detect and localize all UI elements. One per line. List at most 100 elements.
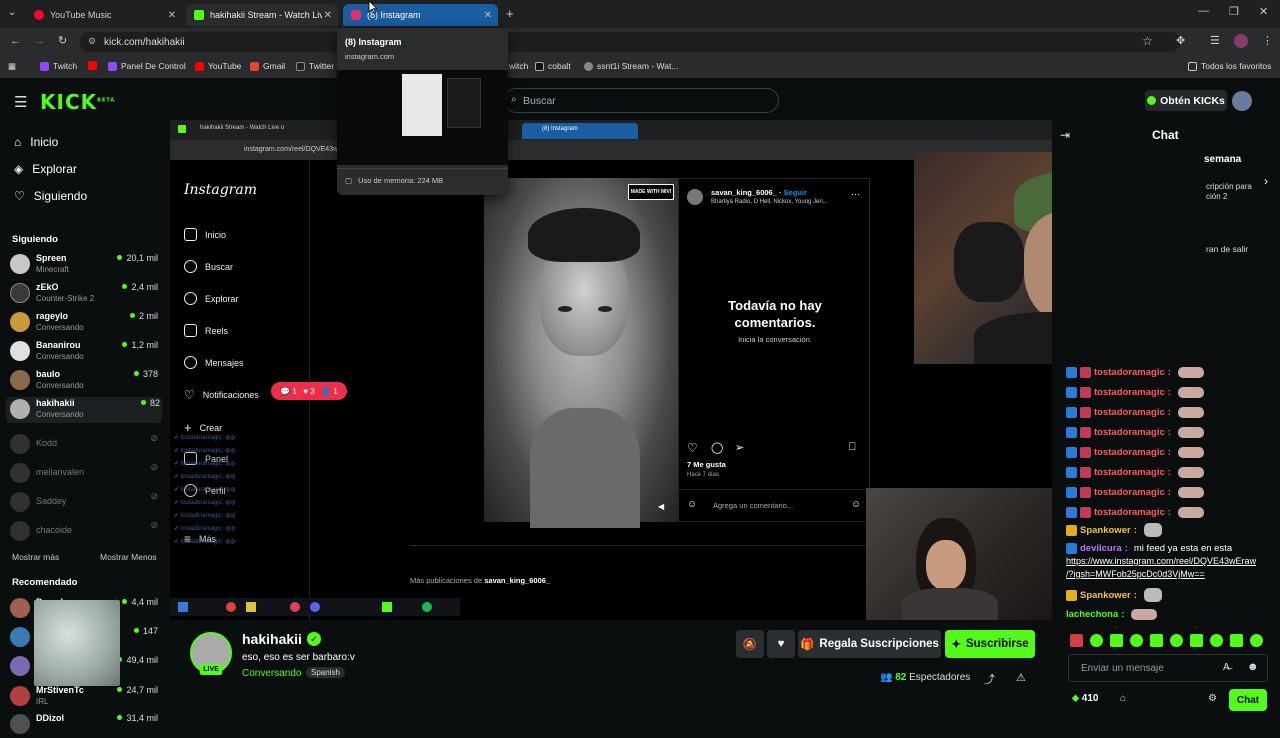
chat-username[interactable]: devilcura xyxy=(1080,543,1122,554)
bookmark-twitch[interactable]: Twitch xyxy=(40,61,77,71)
nav-explore[interactable]: ◈ Explorar xyxy=(14,162,77,176)
show-less-link[interactable]: Mostrar Menos xyxy=(100,552,157,562)
translate-icon[interactable]: A̶ xyxy=(1223,662,1230,673)
back-icon[interactable]: ← xyxy=(10,35,21,47)
channel-baulo[interactable]: baulo Conversando 378 xyxy=(10,368,160,394)
share-icon[interactable]: ⤴ xyxy=(984,671,995,687)
extensions-icon[interactable]: ✥ xyxy=(1176,34,1185,47)
chat-username[interactable]: tostadoramagic xyxy=(1094,507,1165,518)
channel-rageylo[interactable]: rageylo Conversando 2 mil xyxy=(10,310,160,336)
emote-icon[interactable] xyxy=(1070,634,1083,647)
notifications-off-button[interactable]: 🔕 xyxy=(736,630,764,658)
bookmark-panel[interactable]: Panel De Control xyxy=(108,61,186,71)
chevron-right-icon[interactable]: › xyxy=(1264,174,1268,188)
channel-chacoide[interactable]: chacoide ⊘ xyxy=(10,519,160,545)
emote-icon[interactable] xyxy=(1150,634,1163,647)
emote-icon[interactable] xyxy=(1230,634,1243,647)
store-icon[interactable]: ⌂ xyxy=(1120,693,1126,704)
close-tab-icon[interactable]: ✕ xyxy=(168,10,176,21)
bookmark-star-icon[interactable]: ☆ xyxy=(1142,34,1153,48)
emote-icon[interactable] xyxy=(1170,634,1183,647)
search-input[interactable]: ⌕ Buscar xyxy=(504,88,779,113)
gear-icon[interactable]: ⚙ xyxy=(1208,693,1217,704)
chat-username[interactable]: tostadoramagic xyxy=(1094,487,1165,498)
site-info-icon[interactable]: ⚙ xyxy=(88,36,96,47)
channel-hakihakii[interactable]: hakihakii Conversando 82 xyxy=(6,397,162,423)
collapse-chat-icon[interactable]: ⇥ xyxy=(1060,128,1070,142)
chat-message: devilcura: mi feed ya esta en esta xyxy=(1066,543,1232,554)
stream-category[interactable]: Conversando xyxy=(242,668,301,679)
chat-link[interactable]: /?igsh=MWFob25pcDc0d3VjMw== xyxy=(1066,569,1205,579)
gift-icon: 🎁 xyxy=(800,639,815,651)
close-tab-icon[interactable]: ✕ xyxy=(324,10,332,21)
emote-icon xyxy=(1177,447,1204,458)
chat-username[interactable]: tostadoramagic xyxy=(1094,427,1165,438)
profile-avatar[interactable] xyxy=(1234,34,1248,48)
verified-icon: ✓ xyxy=(307,632,321,646)
language-tag[interactable]: Spanish xyxy=(306,667,345,678)
tab-kick-stream[interactable]: hakihakii Stream - Watch Live o ✕ xyxy=(186,4,338,26)
chat-username[interactable]: tostadoramagic xyxy=(1094,447,1165,458)
get-kicks-button[interactable]: Obtén KICKs xyxy=(1145,90,1227,111)
user-avatar[interactable] xyxy=(1232,91,1252,111)
gift-subs-button[interactable]: 🎁 Regala Suscripciones xyxy=(798,630,941,658)
report-icon[interactable]: ⚠ xyxy=(1016,671,1026,684)
channel-kodd[interactable]: Kodd ⊘ xyxy=(10,432,160,458)
chat-username[interactable]: lachechona xyxy=(1066,609,1118,620)
bookmark-stream[interactable]: ssnt1i Stream - Wat... xyxy=(584,61,678,71)
channel-spreen[interactable]: Spreen Minecraft 20,1 mil xyxy=(10,252,160,278)
chat-username[interactable]: Spankower xyxy=(1080,525,1131,536)
nav-following[interactable]: ♡ Siguiendo xyxy=(14,189,87,203)
streamer-name[interactable]: hakihakii xyxy=(242,631,302,647)
follow-button[interactable]: ♥ xyxy=(767,630,795,658)
chat-username[interactable]: tostadoramagic xyxy=(1094,407,1165,418)
apps-grid-icon[interactable]: ▦ xyxy=(8,61,16,72)
reload-icon[interactable]: ↻ xyxy=(58,34,67,47)
chat-username[interactable]: tostadoramagic xyxy=(1094,387,1165,398)
channel-melianvalen[interactable]: melianvalen ⊘ xyxy=(10,461,160,487)
kick-logo[interactable]: KICKBETA xyxy=(40,90,115,114)
emote-icon[interactable] xyxy=(1210,634,1223,647)
hamburger-menu-icon[interactable]: ☰ xyxy=(14,93,27,111)
chat-username[interactable]: tostadoramagic xyxy=(1094,467,1165,478)
forward-icon[interactable]: → xyxy=(34,35,45,47)
send-chat-button[interactable]: Chat xyxy=(1229,689,1267,711)
channel-bananirou[interactable]: Bananirou Conversando 1,2 mil xyxy=(10,339,160,365)
emote-icon[interactable] xyxy=(1190,634,1203,647)
close-window-icon[interactable]: ✕ xyxy=(1259,5,1268,18)
channel-saddey[interactable]: Saddey ⊘ xyxy=(10,490,160,516)
emote-icon[interactable] xyxy=(1110,634,1123,647)
tab-youtube-music[interactable]: YouTube Music ✕ xyxy=(26,4,182,26)
url-field[interactable]: ⚙ kick.com/hakihakii xyxy=(80,32,1180,52)
all-bookmarks[interactable]: Todos los favoritos xyxy=(1188,61,1271,71)
subscribe-button[interactable]: ✦ Suscribirse xyxy=(945,630,1035,658)
tab-search-icon[interactable]: ⌄ xyxy=(8,7,16,18)
chat-username[interactable]: Spankower xyxy=(1080,590,1131,601)
bookmark-cobalt[interactable]: cobalt xyxy=(535,61,571,71)
kick-points[interactable]: ⬥ 410 xyxy=(1072,693,1098,704)
recommended-channel[interactable]: DDizol 31,4 mil xyxy=(10,712,160,738)
chat-username[interactable]: tostadoramagic xyxy=(1094,367,1165,378)
bookmark-witch[interactable]: witch xyxy=(509,61,528,71)
new-tab-icon[interactable]: + xyxy=(506,6,514,21)
maximize-icon[interactable]: ❐ xyxy=(1229,5,1239,18)
emote-icon[interactable] xyxy=(1090,634,1103,647)
bookmark-youtube[interactable]: YouTube xyxy=(195,61,241,71)
emoji-icon[interactable]: ☻ xyxy=(1247,661,1259,673)
emote-icon[interactable] xyxy=(1250,634,1263,647)
bookmark-gmail[interactable]: Gmail xyxy=(250,61,285,71)
chat-link[interactable]: https://www.instagram.com/reel/DQVE43wEr… xyxy=(1066,556,1256,566)
reading-list-icon[interactable]: ☰ xyxy=(1210,34,1220,47)
menu-kebab-icon[interactable]: ⋮ xyxy=(1262,34,1273,47)
bookmark-youtube-small[interactable] xyxy=(88,61,97,70)
minimize-icon[interactable]: — xyxy=(1198,5,1209,17)
bookmark-twitter[interactable]: Twitter xyxy=(296,61,334,71)
chat-message-input[interactable]: Enviar un mensaje A̶ ☻ xyxy=(1068,654,1268,682)
recommended-channel[interactable]: MrStivenTc IRL 24,7 mil xyxy=(10,684,160,710)
nav-home[interactable]: ⌂ Inicio xyxy=(14,135,58,149)
tab-instagram[interactable]: (8) Instagram ✕ xyxy=(343,4,498,26)
close-tab-icon[interactable]: ✕ xyxy=(484,10,492,21)
emote-icon[interactable] xyxy=(1130,634,1143,647)
show-more-link[interactable]: Mostrar más xyxy=(12,552,59,562)
channel-zeko[interactable]: zEkO Counter-Strike 2 2,4 mil xyxy=(10,281,160,307)
